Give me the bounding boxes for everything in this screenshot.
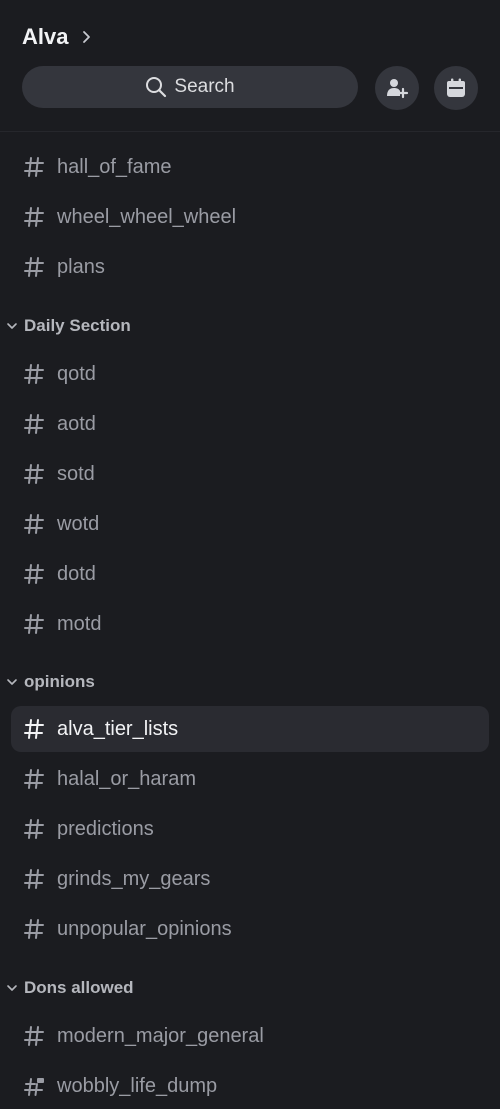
channel-name: predictions (57, 817, 154, 840)
chevron-right-icon (83, 31, 91, 43)
channel-alva-tier-lists[interactable]: alva_tier_lists (11, 706, 489, 752)
channel-plans[interactable]: plans (11, 244, 489, 290)
search-button[interactable]: Search (22, 66, 358, 108)
category-label: Daily Section (24, 316, 131, 335)
invite-button[interactable] (375, 66, 419, 110)
channel-name: wheel_wheel_wheel (57, 205, 237, 228)
channel-name: grinds_my_gears (57, 867, 211, 890)
channel-wobbly-life-dump[interactable]: wobbly_life_dump (11, 1063, 489, 1109)
hashtag-icon (24, 564, 44, 584)
channel-name: wotd (57, 512, 100, 535)
server-name: Alva (22, 24, 69, 49)
channel-predictions[interactable]: predictions (11, 806, 489, 852)
channel-name: plans (57, 255, 105, 278)
search-label: Search (174, 76, 235, 97)
channel-name: halal_or_haram (57, 767, 196, 790)
channel-aotd[interactable]: aotd (11, 401, 489, 447)
locked-hashtag-icon (24, 1078, 44, 1096)
channel-name: aotd (57, 412, 96, 435)
channel-name: alva_tier_lists (57, 717, 179, 740)
calendar-icon (447, 78, 465, 97)
channel-name: motd (57, 612, 102, 635)
channel-grinds-my-gears[interactable]: grinds_my_gears (11, 856, 489, 902)
channel-name: dotd (57, 562, 96, 585)
add-member-icon (387, 79, 409, 99)
channel-name: wobbly_life_dump (57, 1074, 218, 1097)
category-daily-section[interactable]: Daily Section (6, 312, 131, 340)
server-title[interactable]: Alva (22, 24, 94, 50)
search-icon (146, 77, 167, 98)
category-opinions[interactable]: opinions (6, 668, 95, 696)
events-button[interactable] (434, 66, 478, 110)
hashtag-icon (24, 207, 44, 227)
hashtag-icon (24, 257, 44, 277)
channel-sotd[interactable]: sotd (11, 451, 489, 497)
channel-modern-major-general[interactable]: modern_major_general (11, 1013, 489, 1059)
channel-wotd[interactable]: wotd (11, 501, 489, 547)
channel-qotd[interactable]: qotd (11, 351, 489, 397)
hashtag-icon (24, 719, 44, 739)
category-label: Dons allowed (24, 978, 134, 997)
hashtag-icon (24, 514, 44, 534)
channel-hall-of-fame[interactable]: hall_of_fame (11, 144, 489, 190)
hashtag-icon (24, 819, 44, 839)
hashtag-icon (24, 614, 44, 634)
hashtag-icon (24, 869, 44, 889)
channel-name: sotd (57, 462, 95, 485)
channel-name: hall_of_fame (57, 155, 172, 178)
hashtag-icon (24, 919, 44, 939)
hashtag-icon (24, 414, 44, 434)
channel-motd[interactable]: motd (11, 601, 489, 647)
chevron-down-icon (7, 323, 17, 329)
channel-name: modern_major_general (57, 1024, 264, 1047)
hashtag-icon (24, 1026, 44, 1046)
channel-unpopular-opinions[interactable]: unpopular_opinions (11, 906, 489, 952)
chevron-down-icon (7, 985, 17, 991)
channel-wheel-wheel-wheel[interactable]: wheel_wheel_wheel (11, 194, 489, 240)
category-label: opinions (24, 672, 95, 691)
channel-name: qotd (57, 362, 96, 385)
hashtag-icon (24, 769, 44, 789)
hashtag-icon (24, 464, 44, 484)
category-dons-allowed[interactable]: Dons allowed (6, 974, 134, 1002)
chevron-down-icon (7, 679, 17, 685)
hashtag-icon (24, 157, 44, 177)
channel-dotd[interactable]: dotd (11, 551, 489, 597)
server-header: Alva Search (0, 0, 500, 132)
channel-name: unpopular_opinions (57, 917, 232, 940)
channel-halal-or-haram[interactable]: halal_or_haram (11, 756, 489, 802)
hashtag-icon (24, 364, 44, 384)
